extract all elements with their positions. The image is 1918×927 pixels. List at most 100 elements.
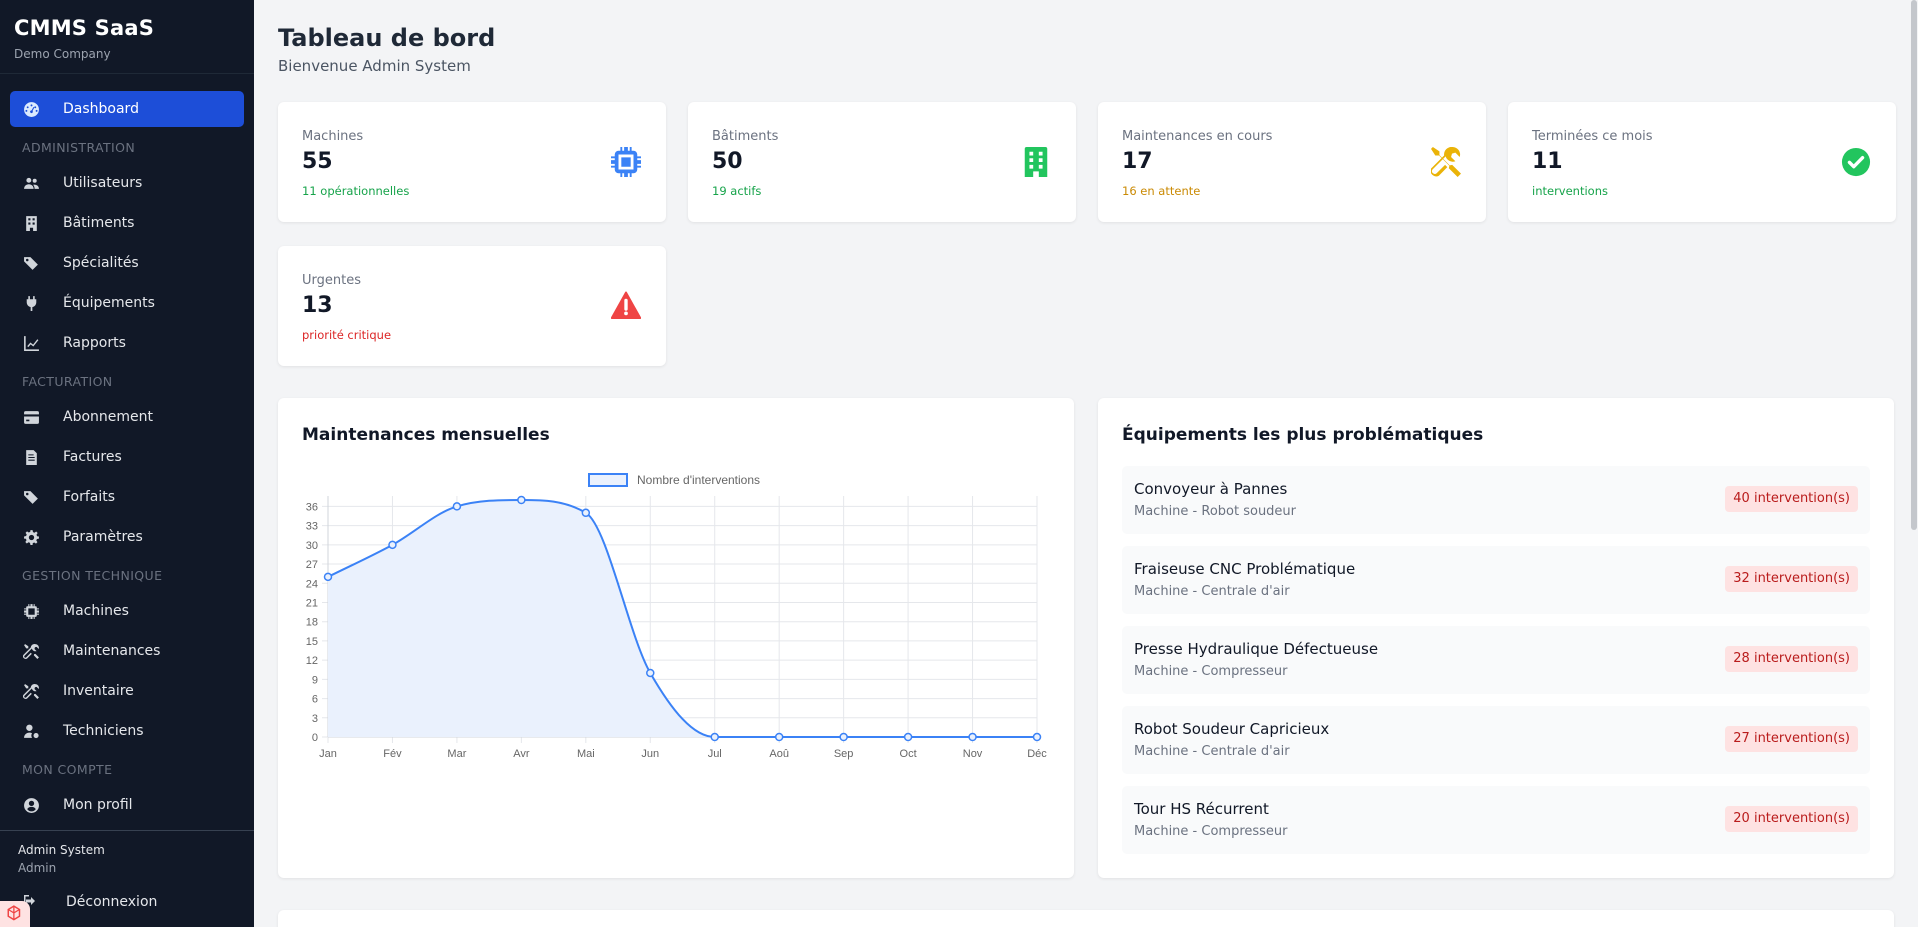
data-point — [581, 508, 591, 518]
data-point — [774, 732, 784, 742]
sidebar-item-label: Factures — [63, 449, 122, 465]
y-tick-label: 33 — [306, 521, 318, 533]
sidebar-item-label: Techniciens — [63, 723, 144, 739]
series-area — [328, 500, 1037, 737]
equipment-name: Tour HS Récurrent — [1134, 800, 1269, 818]
page-scrollbar[interactable] — [1910, 0, 1918, 927]
sidebar-item-factures[interactable]: Factures — [10, 437, 244, 477]
monthly-maintenance-panel: Maintenances mensuelles Nombre d'interve… — [278, 398, 1074, 878]
equipment-type: Machine - Centrale d'air — [1134, 584, 1290, 599]
equipment-name: Robot Soudeur Capricieux — [1134, 720, 1330, 738]
stat-value: 17 — [1122, 149, 1153, 174]
user-circle-icon — [22, 796, 40, 814]
stat-label: Bâtiments — [712, 129, 779, 144]
logout-button[interactable]: Déconnexion — [0, 889, 254, 915]
stat-value: 50 — [712, 149, 743, 174]
sidebar-item-dashboard[interactable]: Dashboard — [10, 91, 244, 127]
sidebar-item-equipements[interactable]: Équipements — [10, 283, 244, 323]
equipment-row[interactable]: Convoyeur à Pannes Machine - Robot soude… — [1122, 466, 1870, 534]
x-tick-label: Déc — [1027, 748, 1047, 760]
equipment-type: Machine - Compresseur — [1134, 824, 1288, 839]
sidebar-item-rapports[interactable]: Rapports — [10, 323, 244, 363]
sidebar-item-label: Maintenances — [63, 643, 161, 659]
user-name: Admin System — [18, 843, 105, 857]
y-tick-label: 3 — [312, 713, 318, 725]
building-icon — [22, 214, 40, 232]
chip-icon — [610, 146, 642, 178]
data-point — [710, 732, 719, 742]
x-tick-label: Aoû — [769, 748, 789, 760]
sidebar-item-maintenances[interactable]: Maintenances — [10, 631, 244, 671]
credit-card-icon — [22, 408, 40, 426]
gear-icon — [22, 528, 40, 546]
equipment-row[interactable]: Tour HS Récurrent Machine - Compresseur … — [1122, 786, 1870, 854]
stat-value: 13 — [302, 293, 333, 318]
x-tick-label: Fév — [383, 748, 402, 760]
x-tick-label: Jan — [319, 748, 337, 760]
sidebar-item-specialites[interactable]: Spécialités — [10, 243, 244, 283]
stat-note: 11 opérationnelles — [302, 184, 410, 198]
equipment-name: Fraiseuse CNC Problématique — [1134, 560, 1356, 578]
equipment-type: Machine - Centrale d'air — [1134, 744, 1290, 759]
equipment-row[interactable]: Fraiseuse CNC Problématique Machine - Ce… — [1122, 546, 1870, 614]
sidebar-item-batiments[interactable]: Bâtiments — [10, 203, 244, 243]
sidebar-item-mon-profil[interactable]: Mon profil — [10, 785, 244, 825]
equipment-row[interactable]: Robot Soudeur Capricieux Machine - Centr… — [1122, 706, 1870, 774]
data-point — [839, 732, 848, 742]
sidebar-item-techniciens[interactable]: Techniciens — [10, 711, 244, 751]
chart-line-icon — [22, 334, 40, 352]
sidebar-item-label: Utilisateurs — [63, 175, 143, 191]
debug-toolbar-icon[interactable] — [0, 901, 30, 927]
y-tick-label: 12 — [306, 655, 318, 667]
y-tick-label: 18 — [306, 617, 318, 629]
tools-icon — [22, 642, 40, 660]
data-point — [903, 732, 913, 742]
equipment-row[interactable]: Presse Hydraulique Défectueuse Machine -… — [1122, 626, 1870, 694]
y-tick-label: 9 — [312, 674, 318, 686]
sidebar: CMMS SaaS Demo Company Dashboard ADMINIS… — [0, 0, 254, 927]
tags-icon — [22, 254, 40, 272]
users-icon — [22, 174, 40, 192]
stat-note: 16 en attente — [1122, 184, 1201, 198]
stat-note: interventions — [1532, 184, 1608, 198]
x-tick-label: Jul — [708, 748, 722, 760]
sidebar-item-utilisateurs[interactable]: Utilisateurs — [10, 163, 244, 203]
sidebar-item-label: Forfaits — [63, 489, 116, 505]
x-tick-label: Mar — [447, 748, 466, 760]
stat-card-batiments: Bâtiments 50 19 actifs — [688, 102, 1076, 222]
section-mon-compte: MON COMPTE — [22, 762, 113, 777]
stat-card-urgentes: Urgentes 13 priorité critique — [278, 246, 666, 366]
y-tick-label: 6 — [312, 694, 318, 706]
sidebar-item-abonnement[interactable]: Abonnement — [10, 397, 244, 437]
y-tick-label: 21 — [306, 597, 318, 609]
y-tick-label: 36 — [306, 501, 318, 513]
y-tick-label: 27 — [306, 559, 318, 571]
stat-label: Maintenances en cours — [1122, 129, 1273, 144]
data-point — [646, 668, 655, 678]
building-icon — [1020, 146, 1052, 178]
sidebar-item-label: Inventaire — [63, 683, 134, 699]
sidebar-item-parametres[interactable]: Paramètres — [10, 517, 244, 557]
company-name: Demo Company — [14, 47, 111, 61]
section-gestion-technique: GESTION TECHNIQUE — [22, 568, 163, 583]
problematic-equipment-panel: Équipements les plus problématiques Conv… — [1098, 398, 1894, 878]
scrollbar-thumb[interactable] — [1911, 0, 1917, 530]
sidebar-footer: Admin System Admin Déconnexion — [0, 830, 254, 927]
sidebar-item-inventaire[interactable]: Inventaire — [10, 671, 244, 711]
sidebar-item-label: Paramètres — [63, 529, 143, 545]
sidebar-item-label: Abonnement — [63, 409, 154, 425]
x-tick-label: Mai — [577, 748, 595, 760]
equipment-type: Machine - Robot soudeur — [1134, 504, 1297, 519]
main-content: Tableau de bord Bienvenue Admin System M… — [254, 0, 1918, 927]
tools-icon — [22, 682, 40, 700]
y-tick-label: 24 — [306, 578, 318, 590]
equipment-name: Presse Hydraulique Défectueuse — [1134, 640, 1379, 658]
data-point — [323, 572, 333, 582]
plug-icon — [22, 294, 40, 312]
next-section-card — [278, 910, 1894, 927]
warning-icon — [610, 290, 642, 322]
sidebar-item-machines[interactable]: Machines — [10, 591, 244, 631]
x-tick-label: Nov — [963, 748, 983, 760]
sidebar-item-forfaits[interactable]: Forfaits — [10, 477, 244, 517]
sidebar-item-label: Équipements — [63, 295, 155, 311]
